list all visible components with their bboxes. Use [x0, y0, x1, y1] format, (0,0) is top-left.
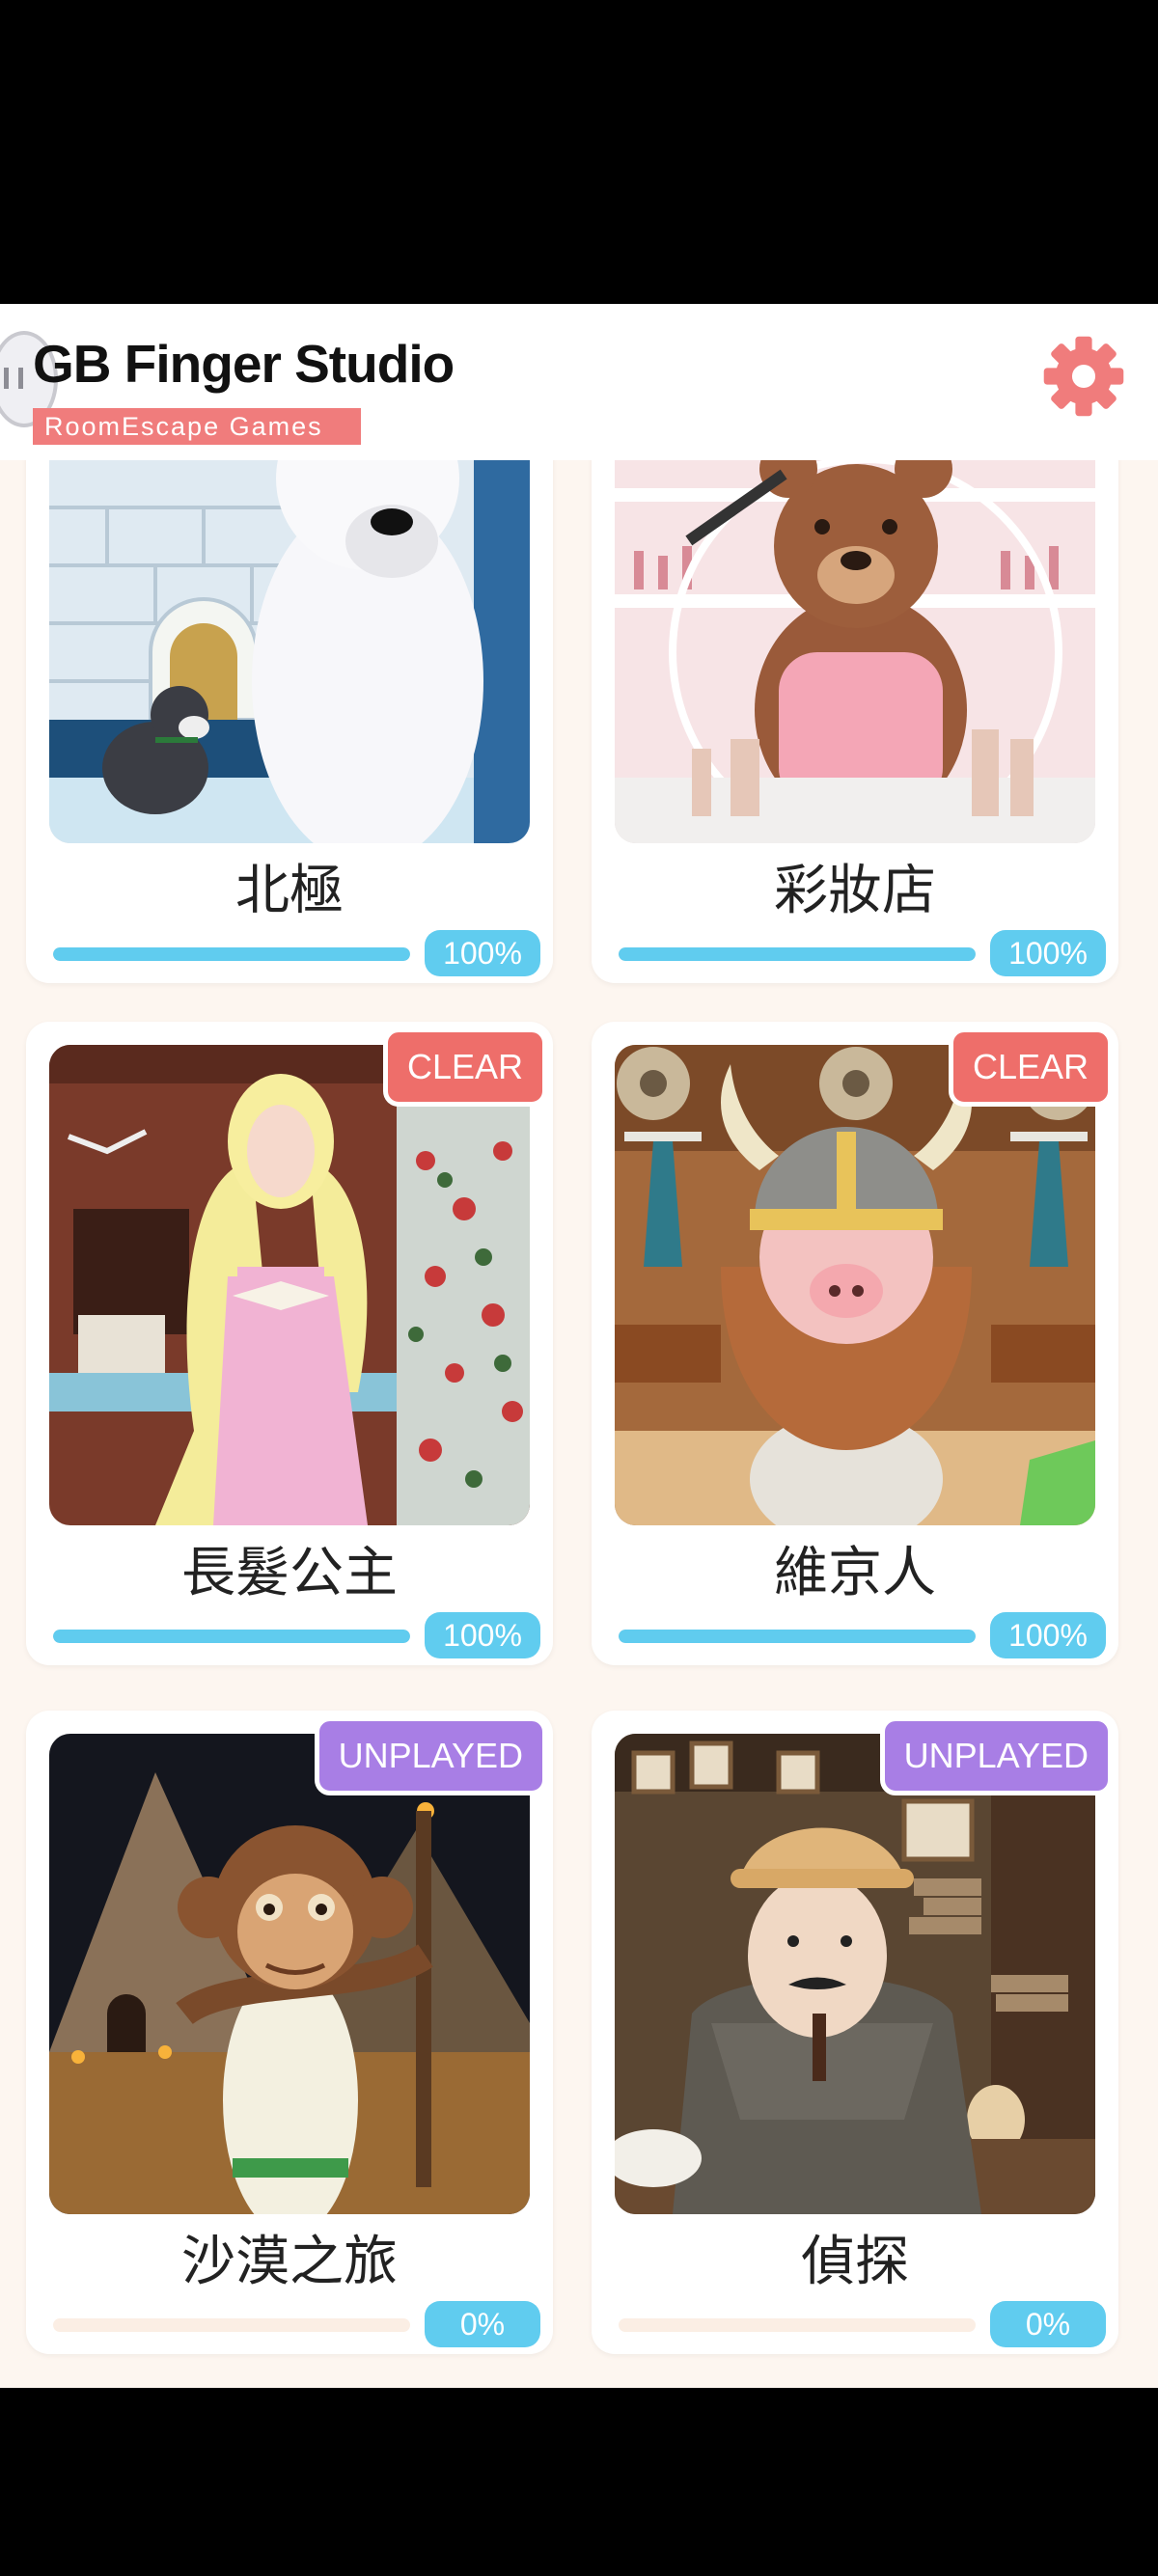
- game-grid[interactable]: 北極 100% 彩妝店 100% CLEAR 長髮公主 100% CLEAR 維…: [0, 460, 1158, 2388]
- game-card-rapunzel[interactable]: CLEAR 長髮公主 100%: [26, 1022, 553, 1665]
- logo-subtitle: RoomEscape Games: [33, 408, 361, 445]
- game-card-north-pole[interactable]: 北極 100%: [26, 460, 553, 983]
- game-title: 維京人: [774, 1542, 936, 1604]
- progress-fill: [619, 947, 976, 961]
- unplayed-badge: UNPLAYED: [879, 1716, 1113, 1795]
- game-title: 彩妝店: [774, 860, 936, 922]
- progress-label: 0%: [425, 2301, 540, 2347]
- game-card-viking[interactable]: CLEAR 維京人 100%: [592, 1022, 1118, 1665]
- game-title: 沙漠之旅: [181, 2231, 398, 2293]
- game-title: 偵探: [801, 2231, 909, 2293]
- progress-bar: [619, 947, 976, 961]
- game-title: 北極: [235, 860, 344, 922]
- game-title: 長髮公主: [181, 1542, 398, 1604]
- progress-fill: [53, 1630, 410, 1643]
- progress-label: 100%: [990, 1612, 1106, 1658]
- game-thumbnail: [615, 1045, 1095, 1525]
- progress-label: 100%: [425, 1612, 540, 1658]
- app-header: GB Finger Studio RoomEscape Games: [0, 304, 1158, 460]
- progress-bar: [53, 947, 410, 961]
- progress-label: 100%: [425, 930, 540, 976]
- game-thumbnail: [615, 460, 1095, 843]
- progress-bar: [53, 1630, 410, 1643]
- status-bar: [0, 0, 1158, 304]
- clear-badge: CLEAR: [382, 1028, 547, 1107]
- progress-label: 100%: [990, 930, 1106, 976]
- logo-title: GB Finger Studio: [33, 334, 455, 394]
- game-thumbnail: [49, 1045, 530, 1525]
- progress-bar: [619, 2318, 976, 2332]
- game-thumbnail: [615, 1734, 1095, 2214]
- settings-button[interactable]: [1042, 335, 1125, 418]
- game-card-detective[interactable]: UNPLAYED 偵探 0%: [592, 1711, 1118, 2354]
- game-card-desert-trip[interactable]: UNPLAYED 沙漠之旅 0%: [26, 1711, 553, 2354]
- game-thumbnail: [49, 1734, 530, 2214]
- studio-logo: GB Finger Studio RoomEscape Games: [0, 323, 502, 445]
- progress-fill: [53, 947, 410, 961]
- progress-bar: [619, 1630, 976, 1643]
- game-thumbnail: [49, 460, 530, 843]
- progress-fill: [619, 1630, 976, 1643]
- gear-icon: [1043, 336, 1124, 417]
- game-card-makeup-shop[interactable]: 彩妝店 100%: [592, 460, 1118, 983]
- progress-bar: [53, 2318, 410, 2332]
- navigation-bar: [0, 2388, 1158, 2576]
- progress-label: 0%: [990, 2301, 1106, 2347]
- unplayed-badge: UNPLAYED: [314, 1716, 547, 1795]
- clear-badge: CLEAR: [948, 1028, 1113, 1107]
